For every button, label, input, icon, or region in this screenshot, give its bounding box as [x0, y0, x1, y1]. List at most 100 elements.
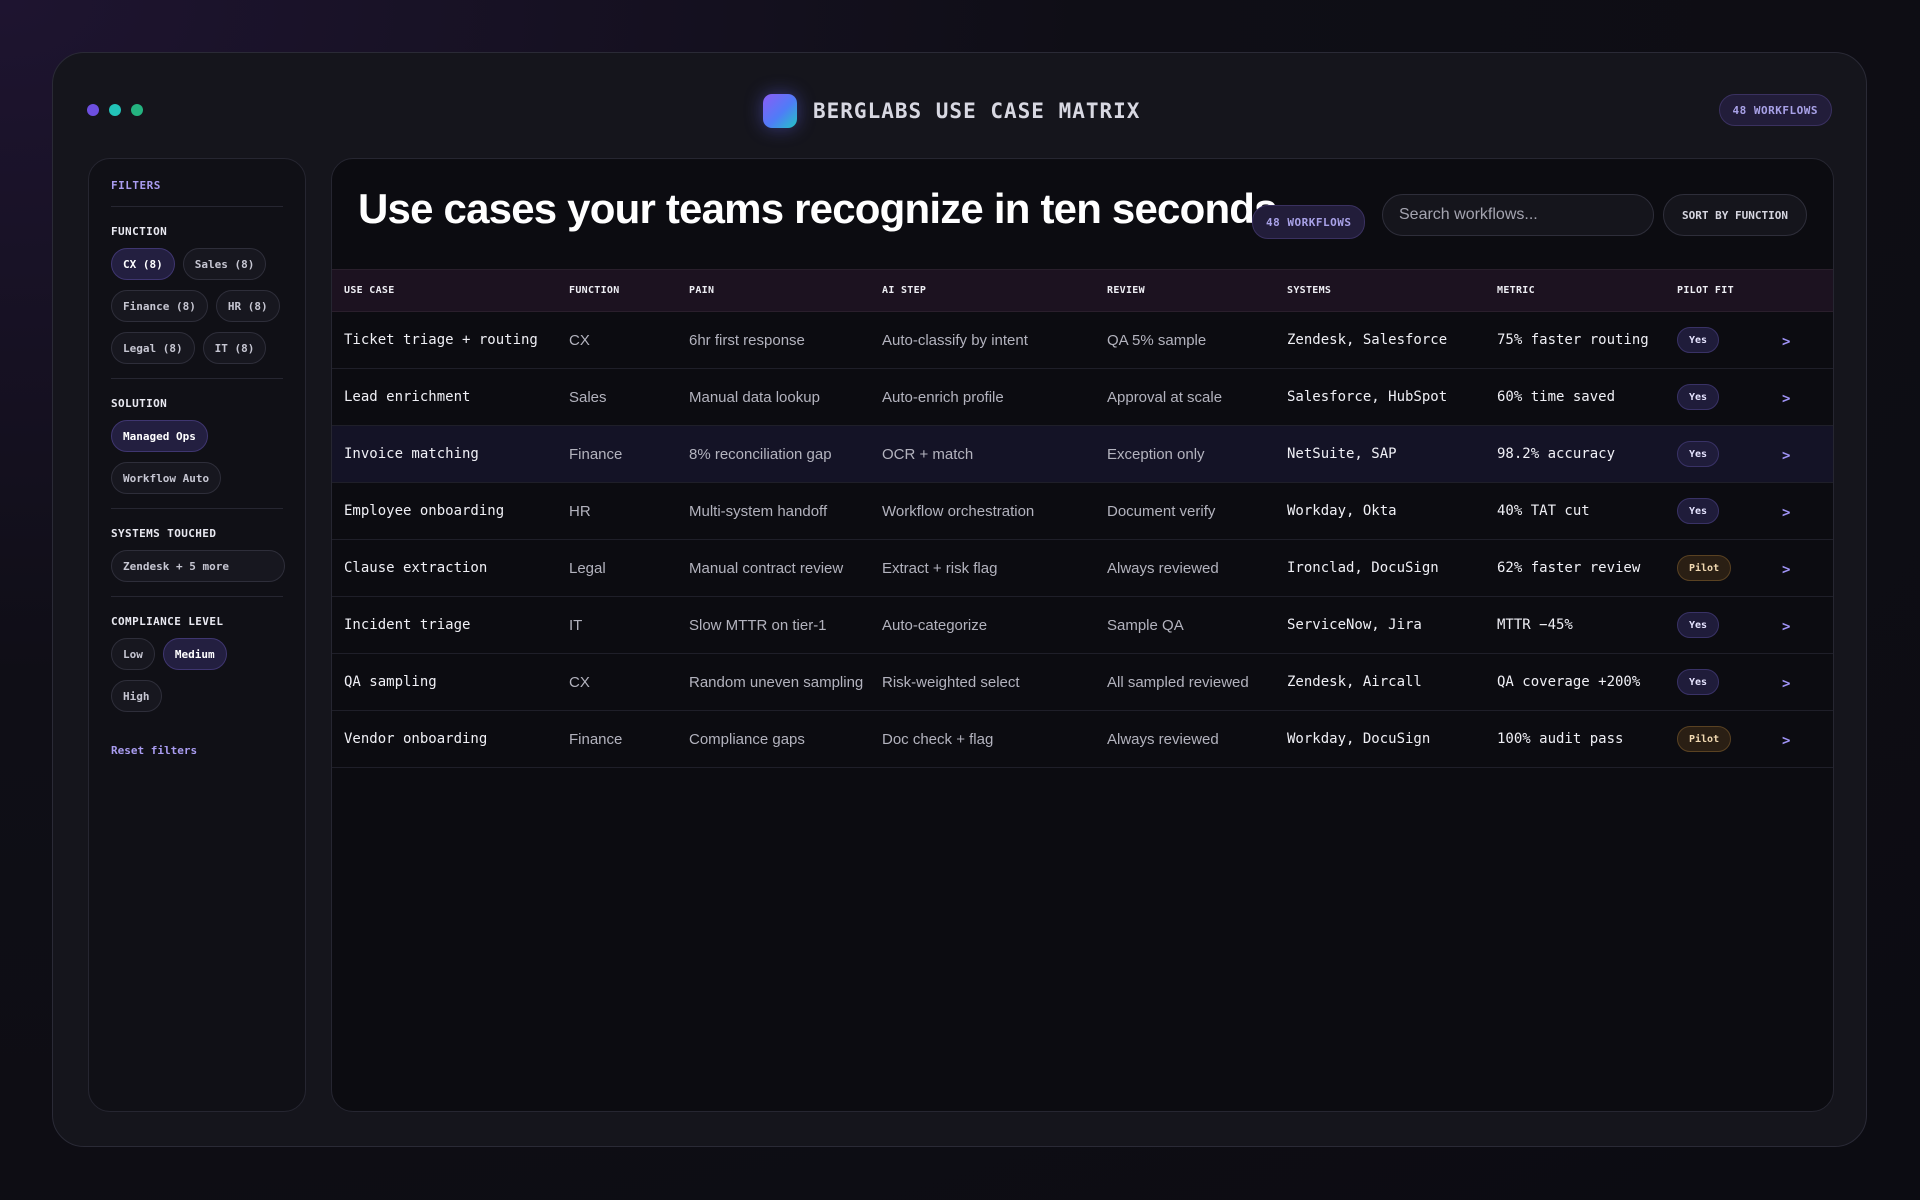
- compliance-chip-medium[interactable]: Medium: [162, 638, 227, 670]
- metric-cell: 98.2% accuracy: [1497, 446, 1616, 462]
- systems-cell: Zendesk, Aircall: [1287, 674, 1422, 690]
- pilot-fit-badge: Pilot: [1677, 726, 1732, 752]
- systems-select[interactable]: Zendesk + 5 more: [111, 550, 285, 582]
- table-header-row: USE CASE FUNCTION PAIN AI STEP REVIEW SY…: [332, 269, 1833, 312]
- column-header-function[interactable]: FUNCTION: [557, 270, 677, 312]
- chevron-right-icon[interactable]: >: [1782, 562, 1790, 578]
- pain-cell: 8% reconciliation gap: [689, 445, 832, 463]
- use-case-cell: QA sampling: [344, 674, 437, 690]
- function-chip-hr-8[interactable]: HR (8): [215, 290, 280, 322]
- ai-step-cell: Auto-enrich profile: [882, 388, 1004, 406]
- review-cell: Always reviewed: [1107, 559, 1219, 577]
- column-header-review[interactable]: REVIEW: [1095, 270, 1275, 312]
- pilot-fit-cell: Yes: [1665, 369, 1770, 426]
- pilot-fit-cell: Pilot: [1665, 711, 1770, 768]
- function-chip-cx-8[interactable]: CX (8): [111, 248, 175, 280]
- systems-cell: Ironclad, DocuSign: [1287, 560, 1439, 576]
- row-action-cell: >: [1770, 426, 1833, 483]
- sort-button[interactable]: SORT BY FUNCTION: [1663, 194, 1807, 236]
- function-cell: Legal: [569, 559, 606, 577]
- ai-step-cell: Workflow orchestration: [882, 502, 1035, 520]
- column-header-use-case[interactable]: USE CASE: [332, 270, 557, 312]
- function-chip-sales-8[interactable]: Sales (8): [182, 248, 267, 280]
- review-cell: Approval at scale: [1107, 388, 1223, 406]
- column-header-pain[interactable]: PAIN: [677, 270, 870, 312]
- use-case-cell: Clause extraction: [344, 560, 488, 576]
- column-header-metric[interactable]: METRIC: [1485, 270, 1665, 312]
- chevron-right-icon[interactable]: >: [1782, 505, 1790, 521]
- ai-step-cell: Doc check + flag: [882, 730, 994, 748]
- review-cell: QA 5% sample: [1107, 331, 1207, 349]
- chevron-right-icon[interactable]: >: [1782, 391, 1790, 407]
- table-row[interactable]: Lead enrichment Sales Manual data lookup Au…: [332, 369, 1833, 426]
- column-header-pilot-fit[interactable]: PILOT FIT: [1665, 270, 1770, 312]
- table-row[interactable]: Invoice matching Finance 8% reconciliation…: [332, 425, 1833, 483]
- row-action-cell: >: [1770, 597, 1833, 654]
- app-title: BERGLABS USE CASE MATRIX: [813, 99, 1141, 123]
- table-row[interactable]: Clause extraction Legal Manual contract re…: [332, 540, 1833, 597]
- reset-filters-link[interactable]: Reset filters: [111, 744, 197, 757]
- ai-step-cell: Extract + risk flag: [882, 559, 998, 577]
- table-row[interactable]: Employee onboarding HR Multi-system handof…: [332, 483, 1833, 540]
- window-dot-teal[interactable]: [109, 104, 121, 116]
- pilot-fit-badge: Pilot: [1677, 555, 1732, 581]
- column-header-systems[interactable]: SYSTEMS: [1275, 270, 1485, 312]
- function-cell: Finance: [569, 445, 623, 463]
- pilot-fit-badge: Yes: [1677, 384, 1720, 410]
- pilot-fit-badge: Yes: [1677, 669, 1720, 695]
- use-case-table: USE CASE FUNCTION PAIN AI STEP REVIEW SY…: [332, 269, 1833, 768]
- table-row[interactable]: Incident triage IT Slow MTTR on tier-1 Auto…: [332, 597, 1833, 654]
- row-action-cell: >: [1770, 654, 1833, 711]
- window-dot-green[interactable]: [131, 104, 143, 116]
- metric-cell: 62% faster review: [1497, 560, 1641, 576]
- row-action-cell: >: [1770, 483, 1833, 540]
- workflow-count-badge: 48 WORKFLOWS: [1252, 205, 1366, 239]
- systems-filter-title: SYSTEMS TOUCHED: [111, 527, 217, 540]
- systems-cell: Workday, DocuSign: [1287, 731, 1431, 747]
- row-action-cell: >: [1770, 369, 1833, 426]
- use-case-cell: Ticket triage + routing: [344, 332, 538, 348]
- column-header-ai-step[interactable]: AI STEP: [870, 270, 1095, 312]
- compliance-chip-high[interactable]: High: [111, 680, 162, 712]
- ai-step-cell: OCR + match: [882, 445, 974, 463]
- systems-cell: ServiceNow, Jira: [1287, 617, 1422, 633]
- solution-filter-chips: Managed Ops Workflow Auto: [111, 420, 283, 494]
- chevron-right-icon[interactable]: >: [1782, 448, 1790, 464]
- solution-chip-workflow-auto[interactable]: Workflow Auto: [111, 462, 222, 494]
- chevron-right-icon[interactable]: >: [1782, 733, 1790, 749]
- function-filter-chips: CX (8) Sales (8) Finance (8) HR (8) Legal (8…: [111, 248, 283, 364]
- divider: [111, 378, 283, 379]
- pain-cell: Multi-system handoff: [689, 502, 828, 520]
- chevron-right-icon[interactable]: >: [1782, 676, 1790, 692]
- chevron-right-icon[interactable]: >: [1782, 334, 1790, 350]
- table-row[interactable]: Ticket triage + routing CX 6hr first respo…: [332, 312, 1833, 369]
- pilot-fit-badge: Yes: [1677, 327, 1720, 353]
- function-chip-finance-8[interactable]: Finance (8): [111, 290, 208, 322]
- pilot-fit-badge: Yes: [1677, 612, 1720, 638]
- pain-cell: Manual contract review: [689, 559, 844, 577]
- search-input[interactable]: [1382, 194, 1654, 236]
- table-row[interactable]: Vendor onboarding Finance Compliance gaps D…: [332, 711, 1833, 768]
- pain-cell: Manual data lookup: [689, 388, 820, 406]
- ai-step-cell: Auto-categorize: [882, 616, 988, 634]
- solution-filter-title: SOLUTION: [111, 397, 168, 410]
- pilot-fit-cell: Yes: [1665, 483, 1770, 540]
- function-chip-legal-8[interactable]: Legal (8): [111, 332, 195, 364]
- systems-cell: NetSuite, SAP: [1287, 446, 1397, 462]
- review-cell: Sample QA: [1107, 616, 1184, 634]
- pain-cell: Random uneven sampling: [689, 673, 864, 691]
- systems-cell: Salesforce, HubSpot: [1287, 389, 1448, 405]
- table-row[interactable]: QA sampling CX Random uneven sampling Risk-…: [332, 654, 1833, 711]
- pilot-fit-badge: Yes: [1677, 441, 1720, 467]
- review-cell: Document verify: [1107, 502, 1216, 520]
- pain-cell: Slow MTTR on tier-1: [689, 616, 827, 634]
- divider: [111, 596, 283, 597]
- function-chip-it-8[interactable]: IT (8): [202, 332, 267, 364]
- solution-chip-managed-ops[interactable]: Managed Ops: [111, 420, 208, 452]
- app-header: BERGLABS USE CASE MATRIX: [763, 93, 1140, 129]
- chevron-right-icon[interactable]: >: [1782, 619, 1790, 635]
- column-header-action: [1770, 270, 1833, 312]
- function-cell: CX: [569, 331, 590, 349]
- window-dot-purple[interactable]: [87, 104, 99, 116]
- compliance-chip-low[interactable]: Low: [111, 638, 155, 670]
